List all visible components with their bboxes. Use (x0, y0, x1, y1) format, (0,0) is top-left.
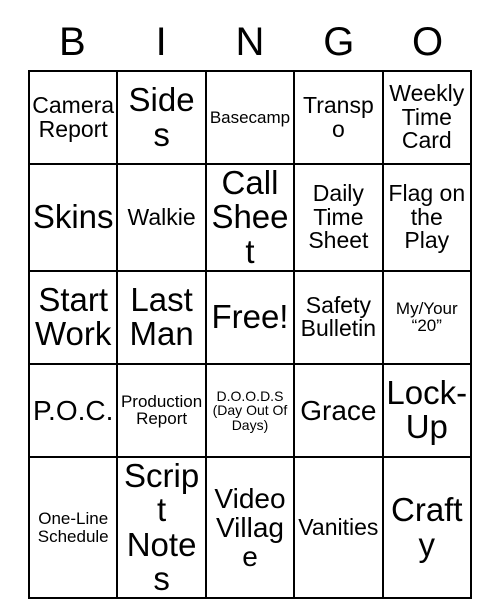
bingo-free-cell[interactable]: Free! (204, 269, 296, 365)
bingo-cell-text: One-Line Schedule (37, 508, 109, 546)
bingo-cell[interactable]: Crafty (381, 455, 473, 599)
bingo-cell[interactable]: Call Sheet (204, 163, 296, 272)
bingo-cell[interactable]: Production Report (116, 362, 207, 458)
bingo-cell[interactable]: Safety Bulletin (293, 269, 384, 365)
bingo-cell[interactable]: D.O.O.D.S (Day Out Of Days) (204, 362, 296, 458)
bingo-cell-text: Vanities (298, 513, 379, 540)
bingo-header: B I N G O (28, 14, 472, 70)
bingo-cell[interactable]: My/Your “20” (381, 269, 473, 365)
bingo-cell-text: Crafty (391, 491, 463, 563)
bingo-cell-text: P.O.C. (32, 394, 114, 426)
bingo-cell[interactable]: Vanities (293, 455, 384, 599)
header-letter-n: N (235, 20, 265, 64)
bingo-cell-text: Sides (128, 81, 195, 153)
bingo-cell[interactable]: Grace (293, 362, 384, 458)
bingo-row: Skins Walkie Call Sheet Daily Time Sheet… (27, 163, 473, 272)
bingo-cell[interactable]: One-Line Schedule (27, 455, 119, 599)
bingo-cell[interactable]: Lock-Up (381, 362, 473, 458)
bingo-cell-text: Camera Report (32, 91, 115, 142)
bingo-cell-text: Walkie (127, 203, 196, 230)
bingo-row: One-Line Schedule Script Notes Video Vil… (27, 455, 473, 599)
bingo-row: Camera Report Sides Basecamp Transpo Wee… (27, 70, 473, 165)
bingo-cell-text: Script Notes (123, 456, 200, 597)
bingo-cell-text: My/Your “20” (395, 298, 458, 336)
bingo-grid: Camera Report Sides Basecamp Transpo Wee… (27, 70, 473, 599)
bingo-cell-text: Video Village (214, 482, 286, 573)
header-letter-b: B (59, 20, 86, 64)
bingo-row: Start Work Last Man Free! Safety Bulleti… (27, 269, 473, 365)
bingo-cell-text: Skins (32, 198, 114, 236)
bingo-row: P.O.C. Production Report D.O.O.D.S (Day … (27, 362, 473, 458)
bingo-cell-text: Weekly Time Card (389, 79, 465, 154)
bingo-cell-text: Basecamp (209, 107, 291, 127)
bingo-card: B I N G O Camera Report Sides Basecamp T… (27, 14, 473, 599)
bingo-cell-text: Call Sheet (211, 164, 289, 270)
bingo-cell[interactable]: Flag on the Play (381, 163, 473, 272)
bingo-cell-text: Safety Bulletin (300, 291, 377, 342)
bingo-cell-text: Last Man (129, 281, 194, 353)
bingo-cell[interactable]: Walkie (116, 163, 207, 272)
bingo-cell[interactable]: P.O.C. (27, 362, 119, 458)
bingo-cell-text: Lock-Up (386, 374, 468, 446)
bingo-free-space-text: Free! (211, 298, 289, 336)
bingo-cell[interactable]: Transpo (293, 70, 384, 165)
bingo-cell[interactable]: Skins (27, 163, 119, 272)
bingo-cell[interactable]: Daily Time Sheet (293, 163, 384, 272)
header-letter-o: O (412, 20, 444, 64)
header-letter-g: G (323, 20, 355, 64)
bingo-cell[interactable]: Script Notes (116, 455, 207, 599)
bingo-cell-text: Daily Time Sheet (308, 179, 369, 254)
bingo-cell-text: D.O.O.D.S (Day Out Of Days) (212, 387, 288, 433)
bingo-cell[interactable]: Basecamp (204, 70, 296, 165)
bingo-cell-text: Transpo (303, 91, 374, 142)
bingo-cell[interactable]: Weekly Time Card (381, 70, 473, 165)
bingo-cell[interactable]: Video Village (204, 455, 296, 599)
header-letter-i: I (155, 20, 167, 64)
bingo-cell-text: Flag on the Play (388, 179, 466, 254)
bingo-cell[interactable]: Start Work (27, 269, 119, 365)
bingo-cell-text: Grace (300, 394, 377, 426)
bingo-cell[interactable]: Last Man (116, 269, 207, 365)
bingo-cell[interactable]: Sides (116, 70, 207, 165)
bingo-cell-text: Start Work (34, 281, 112, 353)
bingo-cell[interactable]: Camera Report (27, 70, 119, 165)
bingo-cell-text: Production Report (120, 391, 203, 429)
